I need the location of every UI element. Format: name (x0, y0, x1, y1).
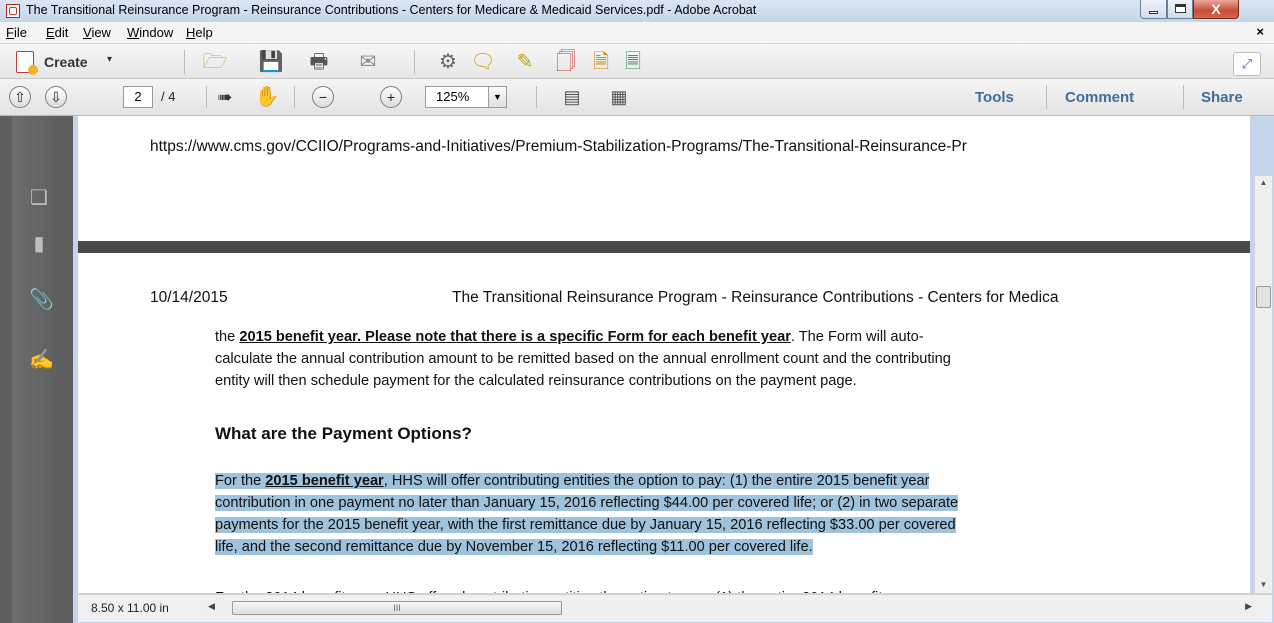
export-pdf-icon[interactable]: 🗎 (588, 50, 614, 74)
title-bar: The Transitional Reinsurance Program - R… (0, 0, 1274, 22)
vertical-scroll-thumb[interactable] (1256, 286, 1271, 308)
create-button[interactable]: Create (44, 54, 88, 70)
window-title: The Transitional Reinsurance Program - R… (26, 3, 757, 17)
attachments-paperclip-icon[interactable]: 📎 (29, 288, 54, 312)
next-page-button[interactable]: ⇩ (45, 86, 67, 108)
hand-tool-icon[interactable]: ✋ (254, 85, 280, 109)
document-view[interactable]: https://www.cms.gov/CCIIO/Programs-and-I… (78, 116, 1250, 593)
menu-view[interactable]: View (83, 25, 111, 40)
bookmark-icon[interactable]: ▮ (29, 232, 49, 256)
highlighted-paragraph-payment-options[interactable]: For the 2015 benefit year, HHS will offe… (215, 470, 1205, 558)
page-divider (78, 241, 1250, 253)
close-document-icon[interactable]: × (1256, 24, 1264, 39)
minimize-button[interactable] (1140, 0, 1167, 19)
menu-help[interactable]: Help (186, 25, 213, 40)
chevron-down-icon[interactable]: ▾ (107, 54, 112, 65)
toolbar-separator (1046, 85, 1047, 109)
page-thumbnails-icon[interactable]: ❏ (29, 186, 49, 210)
main-toolbar: Create ▾ 🗁 💾 🖶 ✉ ⚙ 🗨 ✎ 🗍 🗎 🗏 ⤢ (0, 44, 1274, 79)
toolbar-separator (206, 86, 207, 108)
expand-icon[interactable]: ⤢ (1233, 52, 1261, 76)
pdf-file-icon (6, 4, 20, 18)
tools-pane-link[interactable]: Tools (975, 89, 1014, 106)
menu-edit[interactable]: Edit (46, 25, 68, 40)
maximize-button[interactable] (1167, 0, 1193, 19)
horizontal-scrollbar[interactable]: ◀ III ▶ (202, 601, 1256, 616)
share-pane-link[interactable]: Share (1201, 89, 1243, 106)
page-size-label: 8.50 x 11.00 in (91, 601, 169, 615)
scroll-left-arrow-icon[interactable]: ◀ (208, 601, 215, 612)
gear-icon[interactable]: ⚙ (435, 50, 461, 74)
menu-window[interactable]: Window (127, 25, 173, 40)
close-icon: X (1211, 1, 1221, 17)
open-folder-icon[interactable]: 🗁 (202, 50, 228, 74)
scroll-down-arrow-icon[interactable]: ▼ (1255, 580, 1272, 589)
signatures-icon[interactable]: ✍ (29, 348, 54, 372)
fit-page-icon[interactable]: ▤ (559, 85, 585, 109)
combine-files-icon[interactable]: 🗏 (620, 50, 646, 74)
status-bar: 8.50 x 11.00 in ◀ III ▶ (78, 594, 1272, 622)
comment-bubble-icon[interactable]: 🗨 (470, 50, 496, 74)
page-header-date: 10/14/2015 (150, 289, 228, 306)
page-number-input[interactable]: 2 (123, 86, 153, 108)
redact-icon[interactable]: 🗍 (553, 50, 579, 74)
page-header-title: The Transitional Reinsurance Program - R… (452, 289, 1059, 306)
navigation-toolbar: ⇧ ⇩ 2 / 4 ➠ ✋ − + 125% ▼ ▤ ▦ Tools Comme… (0, 79, 1274, 116)
create-pdf-icon[interactable] (16, 51, 38, 75)
fit-width-icon[interactable]: ▦ (606, 85, 632, 109)
print-icon[interactable]: 🖶 (306, 50, 332, 74)
zoom-out-button[interactable]: − (312, 86, 334, 108)
zoom-dropdown-chevron-icon[interactable]: ▼ (489, 86, 507, 108)
paragraph-form-info: the 2015 benefit year. Please note that … (215, 329, 951, 389)
horizontal-scroll-thumb[interactable]: III (232, 601, 562, 615)
toolbar-separator (184, 50, 185, 74)
highlight-text-icon[interactable]: ✎ (512, 50, 538, 74)
section-heading: What are the Payment Options? (215, 424, 472, 443)
comment-pane-link[interactable]: Comment (1065, 89, 1134, 106)
toolbar-separator (536, 86, 537, 108)
vertical-scrollbar[interactable]: ▲ ▼ (1254, 176, 1272, 593)
page-footer-url: https://www.cms.gov/CCIIO/Programs-and-I… (150, 138, 967, 155)
menu-file[interactable]: File (6, 25, 27, 40)
navigation-pane: ❏ ▮ 📎 ✍ (0, 116, 73, 623)
bold-underlined-text: 2015 benefit year (265, 473, 384, 489)
select-tool-icon[interactable]: ➠ (212, 85, 238, 109)
close-window-button[interactable]: X (1193, 0, 1239, 19)
page-total: / 4 (161, 89, 176, 104)
toolbar-separator (294, 86, 295, 108)
bold-underlined-text: 2015 benefit year. Please note that ther… (239, 329, 791, 345)
scroll-up-arrow-icon[interactable]: ▲ (1255, 178, 1272, 187)
email-icon[interactable]: ✉ (355, 50, 381, 74)
zoom-in-button[interactable]: + (380, 86, 402, 108)
zoom-level-input[interactable]: 125% (425, 86, 489, 108)
scroll-right-arrow-icon[interactable]: ▶ (1245, 601, 1252, 612)
acrobat-window: The Transitional Reinsurance Program - R… (0, 0, 1274, 623)
partially-visible-line: For the 2014 benefit year, HHS offered c… (215, 590, 915, 593)
save-icon[interactable]: 💾 (258, 50, 284, 74)
toolbar-separator (414, 50, 415, 74)
toolbar-separator (1183, 85, 1184, 109)
menu-bar: File Edit View Window Help × (0, 22, 1274, 44)
previous-page-button[interactable]: ⇧ (9, 86, 31, 108)
